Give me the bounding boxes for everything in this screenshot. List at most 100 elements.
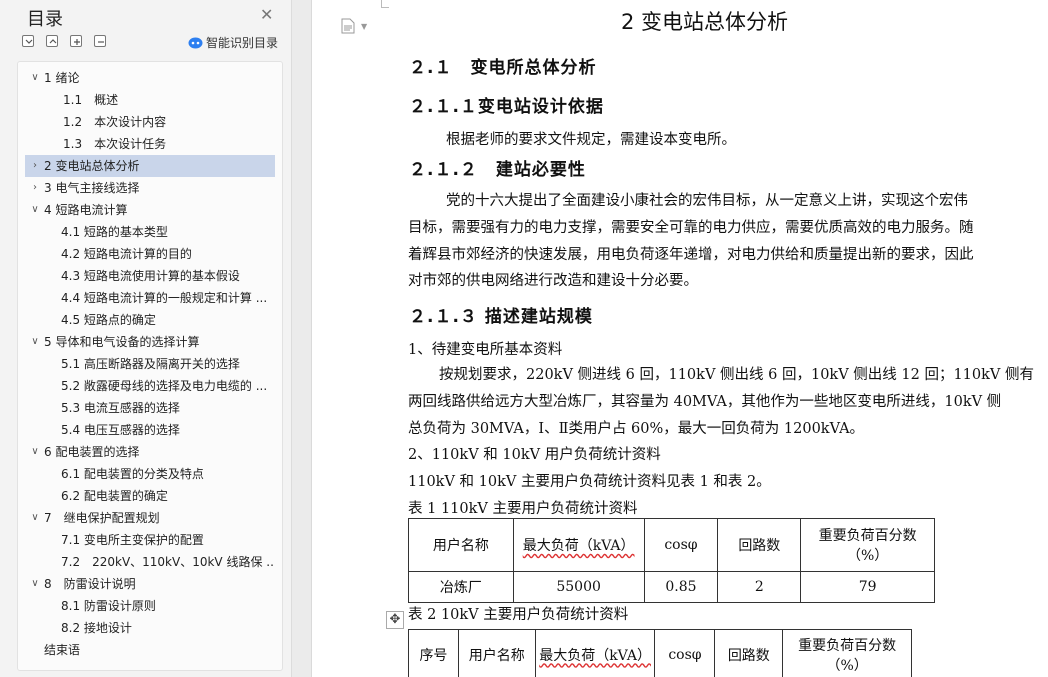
paragraph-line: 110kV 和 10kV 主要用户负荷统计资料见表 1 和表 2。	[408, 474, 771, 490]
table-header-cell: 重要负荷百分数（%）	[800, 518, 935, 572]
table-header-cell: cosφ	[654, 629, 716, 677]
toc-item[interactable]: 结束语	[25, 639, 275, 661]
toc-item[interactable]: ∨ 7 继电保护配置规划	[25, 507, 275, 529]
toc-item-label: 4.5 短路点的确定	[61, 313, 156, 327]
paragraph-line: 党的十六大提出了全面建设小康社会的宏伟目标，从一定意义上讲，实现这个宏伟	[446, 193, 968, 209]
toc-item-label: 7.2 220kV、110kV、10kV 线路保 ...	[61, 555, 275, 569]
toc-item-label: 4.4 短路电流计算的一般规定和计算 ...	[61, 291, 268, 305]
chevron-down-icon[interactable]: ∨	[29, 507, 41, 529]
expand-all-icon[interactable]	[46, 35, 58, 47]
table-header-cell: 最大负荷（kVA）	[512, 518, 645, 572]
toc-item[interactable]: 4.4 短路电流计算的一般规定和计算 ...	[25, 287, 275, 309]
toc-item-label: 8 防雷设计说明	[44, 577, 136, 591]
toc-item[interactable]: 6.2 配电装置的确定	[25, 485, 275, 507]
chevron-down-icon[interactable]: ∨	[29, 331, 41, 353]
paragraph-line: 着辉县市郊经济的快速发展，用电负荷逐年递增，对电力供给和质量提出新的要求，因此	[408, 247, 974, 263]
toc-item-label: 5.2 敞露硬母线的选择及电力电缆的 ...	[61, 379, 268, 393]
toc-item-label: 1.2 本次设计内容	[63, 115, 167, 129]
heading-2-1-2: ２.１.２ 建站必要性	[409, 160, 586, 180]
toc-item[interactable]: 1.2 本次设计内容	[25, 111, 275, 133]
paragraph: 根据老师的要求文件规定，需建设本变电所。	[446, 132, 736, 148]
smart-toc-label: 智能识别目录	[206, 36, 279, 50]
table-header-cell: 用户名称	[457, 629, 536, 677]
table-caption: 表 2 10kV 主要用户负荷统计资料	[408, 607, 629, 623]
toc-item-label: 4.3 短路电流使用计算的基本假设	[61, 269, 240, 283]
chevron-right-icon[interactable]: ›	[29, 155, 41, 177]
toc-item[interactable]: 4.1 短路的基本类型	[25, 221, 275, 243]
remove-level-icon[interactable]	[94, 35, 106, 47]
toc-item[interactable]: ∨ 8 防雷设计说明	[25, 573, 275, 595]
table-header-cell: 重要负荷百分数（%）	[782, 629, 912, 677]
toc-item[interactable]: 4.2 短路电流计算的目的	[25, 243, 275, 265]
table-2: 序号 用户名称 最大负荷（kVA） cosφ 回路数 重要负荷百分数（%）	[408, 629, 912, 677]
toc-item-label: 4.1 短路的基本类型	[61, 225, 168, 239]
toc-item-label: 1.3 本次设计任务	[63, 137, 167, 151]
toc-item-label: 1 绪论	[44, 71, 80, 85]
toc-item[interactable]: 4.3 短路电流使用计算的基本假设	[25, 265, 275, 287]
toc-item-label: 结束语	[44, 643, 81, 657]
toc-item[interactable]: 5.1 高压断路器及隔离开关的选择	[25, 353, 275, 375]
toc-item[interactable]: 8.2 接地设计	[25, 617, 275, 639]
toc-item-label: 3 电气主接线选择	[44, 181, 140, 195]
toc-item-label: 7 继电保护配置规划	[44, 511, 160, 525]
toc-item-label: 8.2 接地设计	[61, 621, 132, 635]
table-move-handle-icon[interactable]: ✥	[386, 611, 404, 629]
toc-item[interactable]: 8.1 防雷设计原则	[25, 595, 275, 617]
smart-recognition-icon	[188, 37, 203, 48]
toc-item-label: 4 短路电流计算	[44, 203, 128, 217]
sidebar-splitter[interactable]	[292, 0, 312, 677]
toc-item-label: 6.2 配电装置的确定	[61, 489, 168, 503]
toc-toolbar	[22, 35, 118, 47]
chevron-down-icon[interactable]: ▼	[361, 22, 367, 31]
document-page: ▼ 2 变电站总体分析 ２.１ 变电所总体分析 ２.１.１变电站设计依据 根据老…	[313, 0, 1048, 677]
paragraph-line: 两回线路供给远方大型冶炼厂，其容量为 40MVA，其他作为一些地区变电所进线，1…	[408, 394, 1002, 410]
toc-item[interactable]: 7.1 变电所主变保护的配置	[25, 529, 275, 551]
table-header-cell: 用户名称	[408, 518, 514, 572]
toc-item[interactable]: ∨ 4 短路电流计算	[25, 199, 275, 221]
toc-item[interactable]: › 2 变电站总体分析	[25, 155, 275, 177]
toc-item[interactable]: 6.1 配电装置的分类及特点	[25, 463, 275, 485]
toc-item[interactable]: 7.2 220kV、110kV、10kV 线路保 ...	[25, 551, 275, 573]
sidebar-title: 目录	[27, 9, 63, 30]
toc-item[interactable]: 4.5 短路点的确定	[25, 309, 275, 331]
heading-2-1-1: ２.１.１变电站设计依据	[409, 97, 604, 117]
toc-item[interactable]: 5.3 电流互感器的选择	[25, 397, 275, 419]
table-cell: 79	[800, 571, 935, 603]
table-cell: 2	[717, 571, 802, 603]
smart-toc-button[interactable]: 智能识别目录	[188, 34, 278, 51]
table-header-cell: 序号	[408, 629, 459, 677]
paragraph-line: 对市郊的供电网络进行改造和建设十分必要。	[408, 273, 698, 289]
chevron-down-icon[interactable]: ∨	[29, 573, 41, 595]
toc-item[interactable]: ∨ 5 导体和电气设备的选择计算	[25, 331, 275, 353]
toc-item-label: 2 变电站总体分析	[44, 159, 140, 173]
table-header-cell: 回路数	[717, 518, 802, 572]
toc-item[interactable]: 1.1 概述	[25, 89, 275, 111]
toc-item[interactable]: 5.4 电压互感器的选择	[25, 419, 275, 441]
table-header-cell: 最大负荷（kVA）	[534, 629, 656, 677]
toc-item-label: 4.2 短路电流计算的目的	[61, 247, 192, 261]
toc-item[interactable]: 1.3 本次设计任务	[25, 133, 275, 155]
table-cell: 0.85	[643, 571, 719, 603]
chevron-down-icon[interactable]: ∨	[29, 199, 41, 221]
toc-list: ∨ 1 绪论 1.1 概述 1.2 本次设计内容 1.3 本次设计任务 › 2 变电站总体分…	[17, 61, 283, 671]
document-icon[interactable]	[341, 18, 355, 34]
table-cell: 冶炼厂	[408, 571, 514, 603]
toc-item[interactable]: 5.2 敞露硬母线的选择及电力电缆的 ...	[25, 375, 275, 397]
chevron-right-icon[interactable]: ›	[29, 177, 41, 199]
chevron-down-icon[interactable]: ∨	[29, 441, 41, 463]
add-level-icon[interactable]	[70, 35, 82, 47]
toc-item-label: 1.1 概述	[63, 93, 119, 107]
page-margin-mark	[381, 7, 389, 8]
toc-item-label: 8.1 防雷设计原则	[61, 599, 156, 613]
toc-item[interactable]: › 3 电气主接线选择	[25, 177, 275, 199]
paragraph-line: 目标，需要强有力的电力支撑，需要安全可靠的电力供应，需要优质高效的电力服务。随	[408, 220, 974, 236]
toc-item[interactable]: ∨ 1 绪论	[25, 67, 275, 89]
paragraph-line: 按规划要求，220kV 侧进线 6 回，110kV 侧出线 6 回，10kV 侧…	[439, 367, 1035, 383]
close-icon[interactable]: ✕	[260, 5, 273, 24]
heading-2-1-3: ２.１.３ 描述建站规模	[409, 307, 593, 327]
toc-item[interactable]: ∨ 6 配电装置的选择	[25, 441, 275, 463]
toc-item-label: 5.3 电流互感器的选择	[61, 401, 180, 415]
collapse-all-icon[interactable]	[22, 35, 34, 47]
chevron-down-icon[interactable]: ∨	[29, 67, 41, 89]
toc-item-label: 5.4 电压互感器的选择	[61, 423, 180, 437]
